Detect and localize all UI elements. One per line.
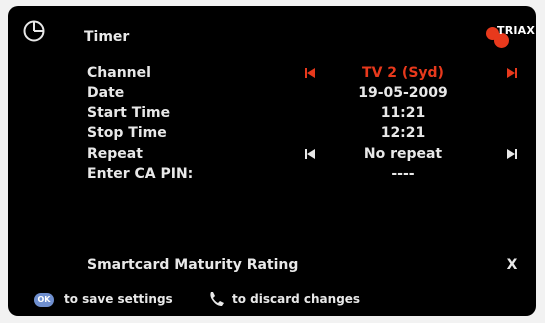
- ok-button-icon: OK: [34, 293, 54, 307]
- repeat-row[interactable]: Repeat No repeat: [8, 144, 536, 164]
- channel-prev-icon[interactable]: [305, 68, 315, 78]
- maturity-row[interactable]: Smartcard Maturity Rating X: [8, 255, 536, 275]
- date-row[interactable]: Date 19-05-2009: [8, 83, 536, 103]
- discard-hint: to discard changes: [232, 292, 361, 306]
- start-time-label: Start Time: [87, 105, 171, 121]
- channel-label: Channel: [87, 65, 151, 81]
- brand-logo: TRIAX: [486, 23, 535, 51]
- ca-pin-label: Enter CA PIN:: [87, 166, 194, 182]
- save-hint: to save settings: [64, 292, 173, 306]
- date-value[interactable]: 19-05-2009: [338, 83, 468, 103]
- channel-next-icon[interactable]: [507, 68, 517, 78]
- ca-pin-row[interactable]: Enter CA PIN: ----: [8, 164, 536, 184]
- brand-name: TRIAX: [497, 24, 536, 37]
- phone-back-icon: [208, 290, 226, 308]
- maturity-value[interactable]: X: [500, 255, 524, 275]
- repeat-label: Repeat: [87, 146, 143, 162]
- channel-value[interactable]: TV 2 (Syd): [338, 63, 468, 83]
- channel-row[interactable]: Channel TV 2 (Syd): [8, 63, 536, 83]
- repeat-value[interactable]: No repeat: [338, 144, 468, 164]
- clock-icon: [22, 19, 46, 43]
- repeat-prev-icon[interactable]: [305, 149, 315, 159]
- page-title: Timer: [84, 29, 130, 45]
- date-label: Date: [87, 85, 125, 101]
- repeat-next-icon[interactable]: [507, 149, 517, 159]
- maturity-label: Smartcard Maturity Rating: [87, 257, 299, 273]
- timer-screen: Timer TRIAX Channel TV 2 (Syd) Date 19-0…: [8, 6, 536, 316]
- footer-hints: OK to save settings to discard changes: [8, 288, 536, 312]
- stop-time-row[interactable]: Stop Time 12:21: [8, 123, 536, 143]
- stop-time-label: Stop Time: [87, 125, 167, 141]
- start-time-row[interactable]: Start Time 11:21: [8, 103, 536, 123]
- stop-time-value[interactable]: 12:21: [338, 123, 468, 143]
- start-time-value[interactable]: 11:21: [338, 103, 468, 123]
- ca-pin-field[interactable]: ----: [338, 164, 468, 184]
